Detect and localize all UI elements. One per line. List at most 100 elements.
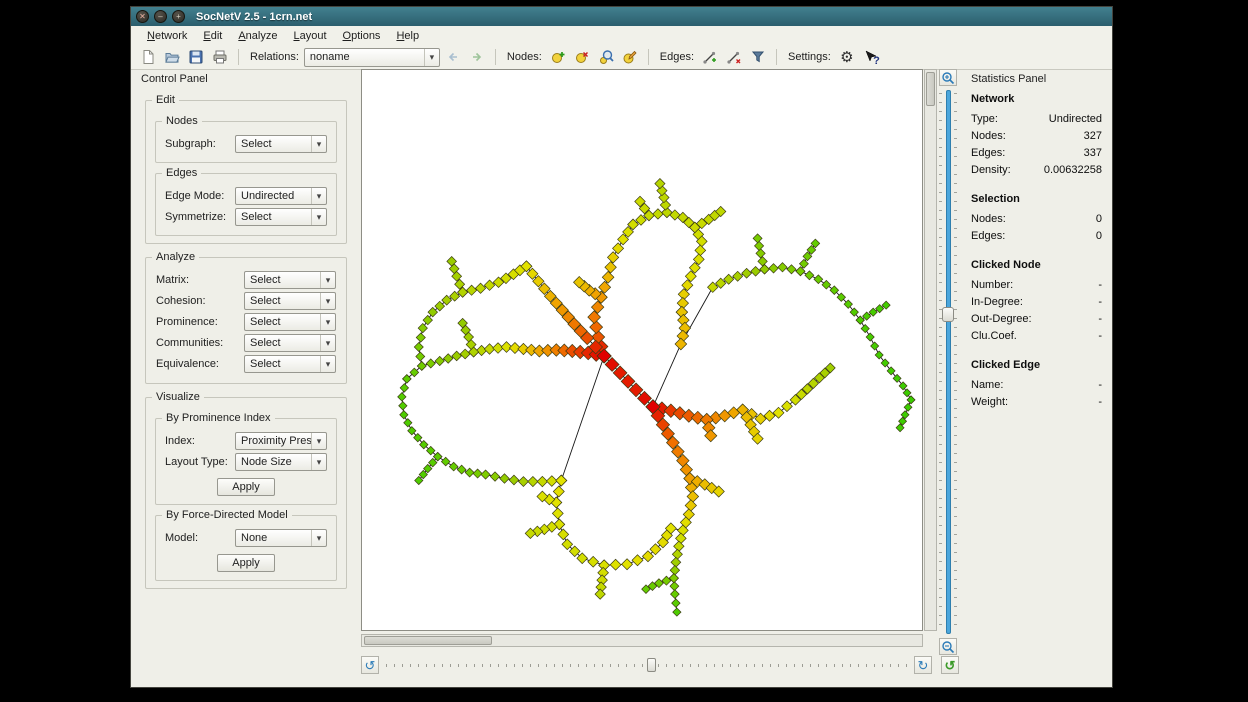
index-combo[interactable]: Proximity Pres <box>235 432 327 450</box>
graph-node[interactable] <box>753 234 762 243</box>
save-file-button[interactable] <box>185 47 207 68</box>
graph-node[interactable] <box>537 476 547 486</box>
graph-node[interactable] <box>610 559 621 570</box>
graph-node[interactable] <box>553 486 564 497</box>
graph-node[interactable] <box>398 393 406 401</box>
graph-node[interactable] <box>400 411 408 419</box>
graph-node[interactable] <box>414 343 423 352</box>
menu-analyze[interactable]: Analyze <box>230 28 285 44</box>
graph-node[interactable] <box>756 249 765 258</box>
graph-node[interactable] <box>475 283 485 293</box>
graph-node[interactable] <box>850 308 858 316</box>
find-node-button[interactable] <box>595 47 617 68</box>
graph-node[interactable] <box>856 316 864 324</box>
zoom-slider-handle[interactable] <box>942 307 954 322</box>
graph-node[interactable] <box>687 491 699 503</box>
graph-node[interactable] <box>805 271 814 280</box>
equivalence-combo[interactable]: Select <box>244 355 336 373</box>
previous-relation-button[interactable] <box>442 47 464 68</box>
graph-node[interactable] <box>426 359 435 368</box>
rotation-slider-handle[interactable] <box>647 658 656 672</box>
graph-node[interactable] <box>671 590 680 599</box>
graph-node[interactable] <box>484 344 494 354</box>
graph-node[interactable] <box>435 356 444 365</box>
graph-node[interactable] <box>769 264 778 273</box>
graph-node[interactable] <box>907 396 915 404</box>
graph-node[interactable] <box>415 476 423 484</box>
graph-node[interactable] <box>760 265 770 275</box>
zoom-in-button[interactable] <box>939 69 957 86</box>
close-icon[interactable] <box>136 10 149 23</box>
graph-node[interactable] <box>404 419 412 427</box>
graph-node[interactable] <box>441 457 450 466</box>
zoom-out-button[interactable] <box>939 638 957 655</box>
graph-node[interactable] <box>904 403 912 411</box>
graph-node[interactable] <box>787 265 796 274</box>
graph-canvas[interactable] <box>362 70 922 630</box>
zoom-slider[interactable] <box>939 89 957 635</box>
graph-node[interactable] <box>670 582 679 591</box>
filter-edges-button[interactable] <box>747 47 769 68</box>
open-file-button[interactable] <box>161 47 183 68</box>
graph-node[interactable] <box>695 245 706 256</box>
add-node-button[interactable] <box>547 47 569 68</box>
graph-node[interactable] <box>476 345 486 355</box>
rotate-right-button[interactable] <box>914 656 932 674</box>
symmetrize-combo[interactable]: Select <box>235 208 327 226</box>
graph-node[interactable] <box>672 599 680 607</box>
graph-node[interactable] <box>742 268 752 278</box>
graph-node[interactable] <box>903 389 911 397</box>
graph-node[interactable] <box>452 351 462 361</box>
graph-node[interactable] <box>863 312 871 320</box>
graph-node[interactable] <box>861 324 869 332</box>
graph-node[interactable] <box>866 333 874 341</box>
graph-node[interactable] <box>423 315 432 324</box>
graph-node[interactable] <box>399 402 407 410</box>
communities-combo[interactable]: Select <box>244 334 336 352</box>
graph-node[interactable] <box>875 351 883 359</box>
graph-node[interactable] <box>782 401 793 412</box>
maximize-icon[interactable] <box>172 10 185 23</box>
matrix-combo[interactable]: Select <box>244 271 336 289</box>
settings-button[interactable] <box>836 47 858 68</box>
edge-mode-combo[interactable]: Undirected <box>235 187 327 205</box>
graph-node[interactable] <box>670 565 679 574</box>
graph-node[interactable] <box>605 262 616 273</box>
reset-view-button[interactable] <box>941 656 959 674</box>
graph-node[interactable] <box>814 275 823 284</box>
menu-help[interactable]: Help <box>388 28 427 44</box>
graph-node[interactable] <box>443 354 452 363</box>
next-relation-button[interactable] <box>466 47 488 68</box>
graph-node[interactable] <box>518 477 528 487</box>
graph-node[interactable] <box>484 280 494 290</box>
menu-edit[interactable]: Edit <box>195 28 230 44</box>
graph-node[interactable] <box>653 209 663 219</box>
graph-node[interactable] <box>552 508 563 519</box>
graph-node[interactable] <box>676 533 687 544</box>
remove-edge-button[interactable] <box>723 47 745 68</box>
new-file-button[interactable] <box>137 47 159 68</box>
graph-node[interactable] <box>822 280 831 289</box>
add-edge-button[interactable] <box>699 47 721 68</box>
graph-node[interactable] <box>546 476 557 487</box>
canvas-horizontal-scrollbar[interactable] <box>361 634 923 647</box>
graph-node[interactable] <box>588 556 599 567</box>
graph-node[interactable] <box>509 475 519 485</box>
graph-node[interactable] <box>528 476 538 486</box>
graph-node[interactable] <box>490 472 499 481</box>
graph-node[interactable] <box>673 608 681 616</box>
vertical-scrollbar-thumb[interactable] <box>926 72 935 106</box>
horizontal-scrollbar-thumb[interactable] <box>364 636 492 645</box>
layout-type-combo[interactable]: Node Size <box>235 453 327 471</box>
titlebar[interactable]: SocNetV 2.5 - 1crn.net <box>131 7 1112 26</box>
rotation-slider[interactable] <box>384 656 909 674</box>
apply-force-button[interactable]: Apply <box>217 554 275 572</box>
graph-node[interactable] <box>672 549 682 559</box>
graph-node[interactable] <box>674 541 684 551</box>
graph-node[interactable] <box>449 462 458 471</box>
graph-node[interactable] <box>460 349 470 359</box>
subgraph-combo[interactable]: Select <box>235 135 327 153</box>
graph-node[interactable] <box>871 342 879 350</box>
graph-node[interactable] <box>416 352 425 361</box>
relations-combo[interactable]: noname <box>304 48 440 67</box>
